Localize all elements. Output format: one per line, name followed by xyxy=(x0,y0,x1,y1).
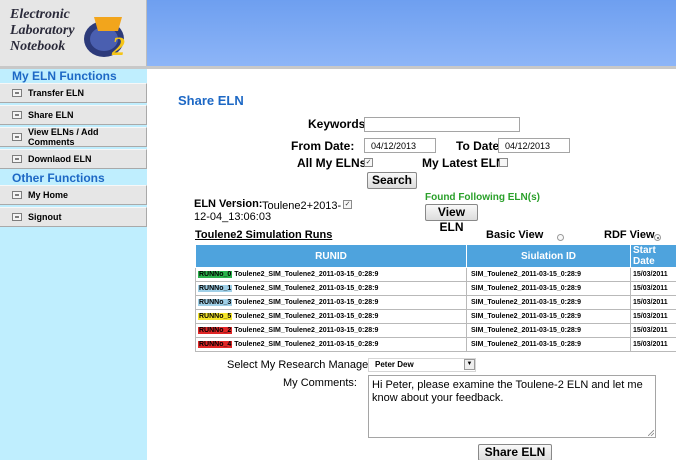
runid-text: Toulene2_SIM_Toulene2_2011-03-15_0:28:9 xyxy=(234,313,379,320)
sidebar-item-view-elns[interactable]: View ELNs / Add Comments xyxy=(0,127,147,147)
to-date-input[interactable] xyxy=(498,138,570,153)
runs-table-title: Toulene2 Simulation Runs xyxy=(195,229,333,241)
my-latest-eln-label: My Latest ELN: xyxy=(422,156,509,170)
runid-cell: RUNNo_3 Toulene2_SIM_Toulene2_2011-03-15_… xyxy=(195,295,467,310)
column-header-simulation-id: Siulation ID xyxy=(466,244,631,268)
sidebar-item-share-eln[interactable]: Share ELN xyxy=(0,105,147,125)
start-date-cell: 15/03/2011 xyxy=(630,309,676,324)
eln-version-label: ELN Version: xyxy=(194,198,263,210)
table-row[interactable]: RUNNo_4 Toulene2_SIM_Toulene2_2011-03-15_… xyxy=(195,337,676,352)
runid-cell: RUNNo_0 Toulene2_SIM_Toulene2_2011-03-15_… xyxy=(195,267,467,282)
simulation-id-cell: SIM_Toulene2_2011-03-15_0:28:9 xyxy=(466,309,631,324)
from-date-input[interactable] xyxy=(364,138,436,153)
runid-text: Toulene2_SIM_Toulene2_2011-03-15_0:28:9 xyxy=(234,299,379,306)
runid-text: Toulene2_SIM_Toulene2_2011-03-15_0:28:9 xyxy=(234,285,379,292)
keywords-input[interactable] xyxy=(364,117,520,132)
run-tag-badge: RUNNo_2 xyxy=(198,327,233,334)
basic-view-label: Basic View xyxy=(486,229,544,241)
sidebar-item-label: Transfer ELN xyxy=(28,88,85,98)
start-date-cell: 15/03/2011 xyxy=(630,323,676,338)
logo-graphic-icon: 2 xyxy=(84,17,125,61)
run-tag-badge: RUNNo_3 xyxy=(198,299,233,306)
simulation-id-cell: SIM_Toulene2_2011-03-15_0:28:9 xyxy=(466,267,631,282)
sidebar-item-label: View ELNs / Add Comments xyxy=(28,127,99,147)
research-manager-select[interactable]: Peter Dew xyxy=(368,358,476,372)
folder-icon xyxy=(12,191,22,199)
rdf-view-label: RDF View xyxy=(604,229,655,241)
folder-icon xyxy=(12,155,22,163)
keywords-label: Keywords: xyxy=(308,117,370,131)
runid-text: Toulene2_SIM_Toulene2_2011-03-15_0:28:9 xyxy=(234,341,379,348)
eln-version-value-line1: Toulene2+2013- xyxy=(262,200,342,212)
sidebar-heading-my-eln: My ELN Functions xyxy=(12,69,117,83)
folder-icon xyxy=(12,111,22,119)
runid-cell: RUNNo_5 Toulene2_SIM_Toulene2_2011-03-15_… xyxy=(195,309,467,324)
runs-table-body: RUNNo_0 Toulene2_SIM_Toulene2_2011-03-15_… xyxy=(195,267,676,352)
sidebar: My ELN Functions Transfer ELN Share ELN … xyxy=(0,69,147,460)
runid-cell: RUNNo_1 Toulene2_SIM_Toulene2_2011-03-15_… xyxy=(195,281,467,296)
comments-label: My Comments: xyxy=(283,377,357,389)
table-row[interactable]: RUNNo_3 Toulene2_SIM_Toulene2_2011-03-15_… xyxy=(195,295,676,310)
sidebar-item-label: Share ELN xyxy=(28,110,74,120)
resize-grip-icon[interactable] xyxy=(648,430,654,436)
run-tag-badge: RUNNo_4 xyxy=(198,341,233,348)
runid-text: Toulene2_SIM_Toulene2_2011-03-15_0:28:9 xyxy=(234,271,379,278)
logo-text: Electronic Laboratory Notebook xyxy=(10,7,75,54)
to-date-label: To Date: xyxy=(456,139,504,153)
search-button[interactable]: Search xyxy=(367,172,417,189)
simulation-id-cell: SIM_Toulene2_2011-03-15_0:28:9 xyxy=(466,281,631,296)
comments-textarea[interactable]: Hi Peter, please examine the Toulene-2 E… xyxy=(368,375,656,438)
rdf-view-radio[interactable] xyxy=(654,234,661,241)
simulation-id-cell: SIM_Toulene2_2011-03-15_0:28:9 xyxy=(466,337,631,352)
start-date-cell: 15/03/2011 xyxy=(630,295,676,310)
runid-text: Toulene2_SIM_Toulene2_2011-03-15_0:28:9 xyxy=(234,327,379,334)
main-panel: Share ELN Keywords: From Date: To Date: … xyxy=(157,74,676,460)
eln-version-value-line2: 12-04_13:06:03 xyxy=(194,211,272,223)
app-logo: Electronic Laboratory Notebook 2 xyxy=(0,0,147,66)
from-date-label: From Date: xyxy=(291,139,355,153)
found-eln-text: Found Following ELN(s) xyxy=(425,192,540,203)
table-row[interactable]: RUNNo_0 Toulene2_SIM_Toulene2_2011-03-15_… xyxy=(195,267,676,282)
all-my-elns-checkbox[interactable]: ✓ xyxy=(364,158,373,167)
simulation-id-cell: SIM_Toulene2_2011-03-15_0:28:9 xyxy=(466,323,631,338)
run-tag-badge: RUNNo_5 xyxy=(198,313,233,320)
all-my-elns-label: All My ELNs: xyxy=(297,156,371,170)
view-eln-button[interactable]: View ELN xyxy=(425,204,478,234)
start-date-cell: 15/03/2011 xyxy=(630,267,676,282)
sidebar-item-label: Signout xyxy=(28,212,62,222)
table-row[interactable]: RUNNo_1 Toulene2_SIM_Toulene2_2011-03-15_… xyxy=(195,281,676,296)
runid-cell: RUNNo_2 Toulene2_SIM_Toulene2_2011-03-15_… xyxy=(195,323,467,338)
folder-icon xyxy=(12,213,22,221)
start-date-cell: 15/03/2011 xyxy=(630,337,676,352)
column-header-runid: RUNID xyxy=(195,244,467,268)
start-date-cell: 15/03/2011 xyxy=(630,281,676,296)
run-tag-badge: RUNNo_0 xyxy=(198,271,233,278)
table-row[interactable]: RUNNo_5 Toulene2_SIM_Toulene2_2011-03-15_… xyxy=(195,309,676,324)
research-manager-label: Select My Research Manager: xyxy=(227,359,375,371)
sidebar-item-label: My Home xyxy=(28,190,69,200)
table-header-row: RUNID Siulation ID Start Date xyxy=(195,244,676,268)
column-header-start-date: Start Date xyxy=(630,244,676,268)
sidebar-item-label: Downlaod ELN xyxy=(28,154,92,164)
basic-view-radio[interactable] xyxy=(557,234,564,241)
chevron-down-icon[interactable]: ▼ xyxy=(464,359,475,370)
runs-table: RUNID Siulation ID Start Date RUNNo_0 Tou… xyxy=(195,244,676,352)
folder-icon xyxy=(12,89,22,97)
sidebar-heading-other: Other Functions xyxy=(12,171,105,185)
svg-text:2: 2 xyxy=(111,32,125,61)
runid-cell: RUNNo_4 Toulene2_SIM_Toulene2_2011-03-15_… xyxy=(195,337,467,352)
sidebar-item-download-eln[interactable]: Downlaod ELN xyxy=(0,149,147,169)
sidebar-item-signout[interactable]: Signout xyxy=(0,207,147,227)
simulation-id-cell: SIM_Toulene2_2011-03-15_0:28:9 xyxy=(466,295,631,310)
page-title: Share ELN xyxy=(178,93,244,108)
sidebar-item-my-home[interactable]: My Home xyxy=(0,185,147,205)
folder-icon xyxy=(12,133,22,141)
my-latest-eln-checkbox[interactable] xyxy=(499,158,508,167)
run-tag-badge: RUNNo_1 xyxy=(198,285,233,292)
share-eln-button[interactable]: Share ELN xyxy=(478,444,552,460)
table-row[interactable]: RUNNo_2 Toulene2_SIM_Toulene2_2011-03-15_… xyxy=(195,323,676,338)
eln-version-checkbox[interactable]: ✓ xyxy=(343,200,352,209)
sidebar-item-transfer-eln[interactable]: Transfer ELN xyxy=(0,83,147,103)
